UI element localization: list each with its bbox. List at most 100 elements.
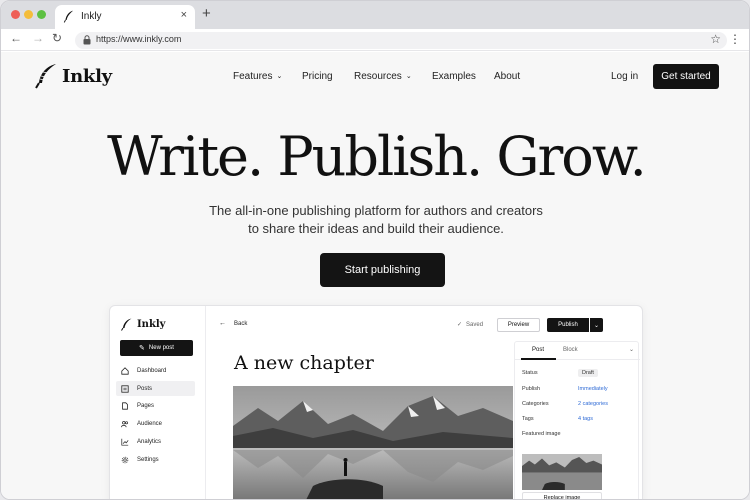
page-icon — [122, 401, 128, 410]
home-icon — [121, 366, 129, 375]
quill-icon — [35, 64, 56, 89]
hero-title: Write. Publish. Grow. — [107, 125, 647, 188]
tab-strip: Inkly × + — [1, 1, 749, 29]
back-label: Back — [234, 321, 248, 327]
nav-pricing-label: Pricing — [302, 71, 333, 82]
address-bar-row: ← → ↻ https://www.inkly.com ☆ ⋮ — [1, 29, 749, 51]
panel-tabs: Post Block ⌄ — [515, 342, 640, 360]
new-post-button[interactable]: ✎ New post — [120, 340, 193, 356]
sidebar-item-label: Pages — [137, 402, 155, 409]
nav-features-label: Features — [233, 71, 273, 82]
forward-arrow-icon[interactable]: → — [32, 31, 44, 45]
new-tab-icon[interactable]: + — [202, 5, 211, 22]
site-logo-text: Inkly — [62, 65, 112, 87]
status-label: Status — [522, 370, 538, 376]
sidebar-item-label: Dashboard — [137, 367, 167, 374]
website: Inkly Features ⌄ Pricing Resources ⌄ Examp… — [1, 52, 749, 499]
nav-resources-label: Resources — [354, 71, 402, 82]
quill-icon — [121, 318, 132, 331]
publish-button[interactable]: Publish — [547, 318, 589, 332]
sidebar-item-analytics[interactable]: Analytics — [116, 434, 195, 449]
reload-icon[interactable]: ↻ — [52, 31, 62, 45]
replace-image-button[interactable]: Replace image — [522, 492, 602, 499]
back-arrow-icon: ← — [219, 320, 226, 327]
tags-label: Tags — [522, 416, 534, 422]
sidebar-item-label: Audience — [137, 420, 163, 427]
tab-post[interactable]: Post — [532, 347, 544, 353]
featured-photo — [233, 386, 513, 499]
publish-schedule-link[interactable]: Immediately — [578, 386, 608, 392]
url-text: https://www.inkly.com — [96, 34, 182, 44]
tags-link[interactable]: 4 tags — [578, 416, 593, 422]
chevron-down-icon: ⌄ — [593, 322, 600, 329]
settings-panel: Post Block ⌄ Status Draft Publish Immedi… — [514, 341, 640, 499]
sidebar-item-posts[interactable]: Posts — [116, 381, 195, 396]
start-publishing-button[interactable]: Start publishing — [320, 253, 445, 287]
nav-about-label: About — [494, 71, 521, 82]
featured-image-label: Featured image — [522, 431, 561, 437]
sidebar-item-pages[interactable]: Pages — [116, 398, 195, 413]
app-logo-text: Inkly — [137, 319, 166, 330]
get-started-button[interactable]: Get started — [653, 64, 719, 89]
posts-icon — [121, 384, 129, 393]
categories-label: Categories — [522, 401, 549, 407]
close-tab-icon[interactable]: × — [181, 9, 187, 21]
login-link[interactable]: Log in — [611, 71, 638, 82]
browser-window: Inkly × + ← → ↻ https://www.inkly.com ☆ … — [0, 0, 750, 500]
active-tab-indicator — [521, 358, 556, 360]
hero-subtitle-line: The all-in-one publishing platform for a… — [209, 203, 543, 218]
saved-status: ✓ Saved — [457, 321, 483, 328]
gear-icon — [121, 456, 129, 463]
back-link[interactable]: ← Back — [219, 320, 247, 327]
hero-subtitle-line: to share their ideas and build their aud… — [248, 221, 504, 236]
kebab-menu-icon[interactable]: ⋮ — [729, 32, 741, 46]
close-window-button[interactable] — [11, 10, 20, 19]
back-arrow-icon[interactable]: ← — [10, 31, 22, 45]
maximize-window-button[interactable] — [37, 10, 46, 19]
nav-examples[interactable]: Examples — [432, 71, 476, 82]
editor: ← Back ✓ Saved Preview Publish ⌄ A new cha… — [207, 306, 642, 499]
sidebar-item-label: Posts — [137, 385, 153, 392]
browser-tab[interactable]: Inkly × — [55, 5, 195, 29]
lock-icon — [83, 35, 91, 45]
app-sidebar: Inkly ✎ New post Dashboard Posts Pages A… — [110, 306, 206, 499]
app-logo: Inkly — [121, 318, 166, 331]
publish-options-button[interactable]: ⌄ — [590, 318, 603, 332]
chevron-down-icon[interactable]: ⌄ — [629, 346, 634, 353]
hero-subtitle: The all-in-one publishing platform for a… — [1, 202, 749, 238]
featured-image-thumbnail[interactable] — [522, 454, 602, 490]
mountain-lake-thumbnail — [522, 454, 602, 490]
status-badge: Draft — [578, 369, 598, 377]
chevron-down-icon: ⌄ — [276, 73, 283, 80]
quill-icon — [63, 10, 74, 23]
app-preview: Inkly ✎ New post Dashboard Posts Pages A… — [109, 305, 643, 499]
check-icon: ✓ — [457, 322, 463, 328]
nav-features[interactable]: Features ⌄ — [233, 71, 282, 82]
categories-link[interactable]: 2 categories — [578, 401, 608, 407]
star-icon[interactable]: ☆ — [710, 32, 721, 46]
post-title[interactable]: A new chapter — [234, 352, 374, 374]
sidebar-item-label: Settings — [137, 456, 159, 463]
url-field[interactable]: https://www.inkly.com ☆ — [75, 32, 727, 49]
chart-icon — [121, 438, 129, 446]
nav-pricing[interactable]: Pricing — [302, 71, 333, 82]
nav-about[interactable]: About — [494, 71, 520, 82]
new-post-label: New post — [148, 345, 174, 351]
saved-label: Saved — [466, 322, 484, 328]
sidebar-item-settings[interactable]: Settings — [116, 452, 195, 467]
sidebar-item-dashboard[interactable]: Dashboard — [116, 363, 195, 378]
publish-label: Publish — [522, 386, 541, 392]
tab-block[interactable]: Block — [563, 347, 578, 353]
nav-examples-label: Examples — [432, 71, 476, 82]
site-logo[interactable]: Inkly — [35, 62, 112, 90]
tab-title: Inkly — [81, 11, 102, 22]
pencil-icon: ✎ — [139, 345, 145, 352]
users-icon — [121, 420, 129, 427]
preview-button[interactable]: Preview — [497, 318, 540, 332]
sidebar-item-audience[interactable]: Audience — [116, 416, 195, 431]
sidebar-item-label: Analytics — [137, 438, 162, 445]
chevron-down-icon: ⌄ — [405, 73, 412, 80]
minimize-window-button[interactable] — [24, 10, 33, 19]
mountain-lake-image — [233, 386, 513, 499]
nav-resources[interactable]: Resources ⌄ — [354, 71, 412, 82]
